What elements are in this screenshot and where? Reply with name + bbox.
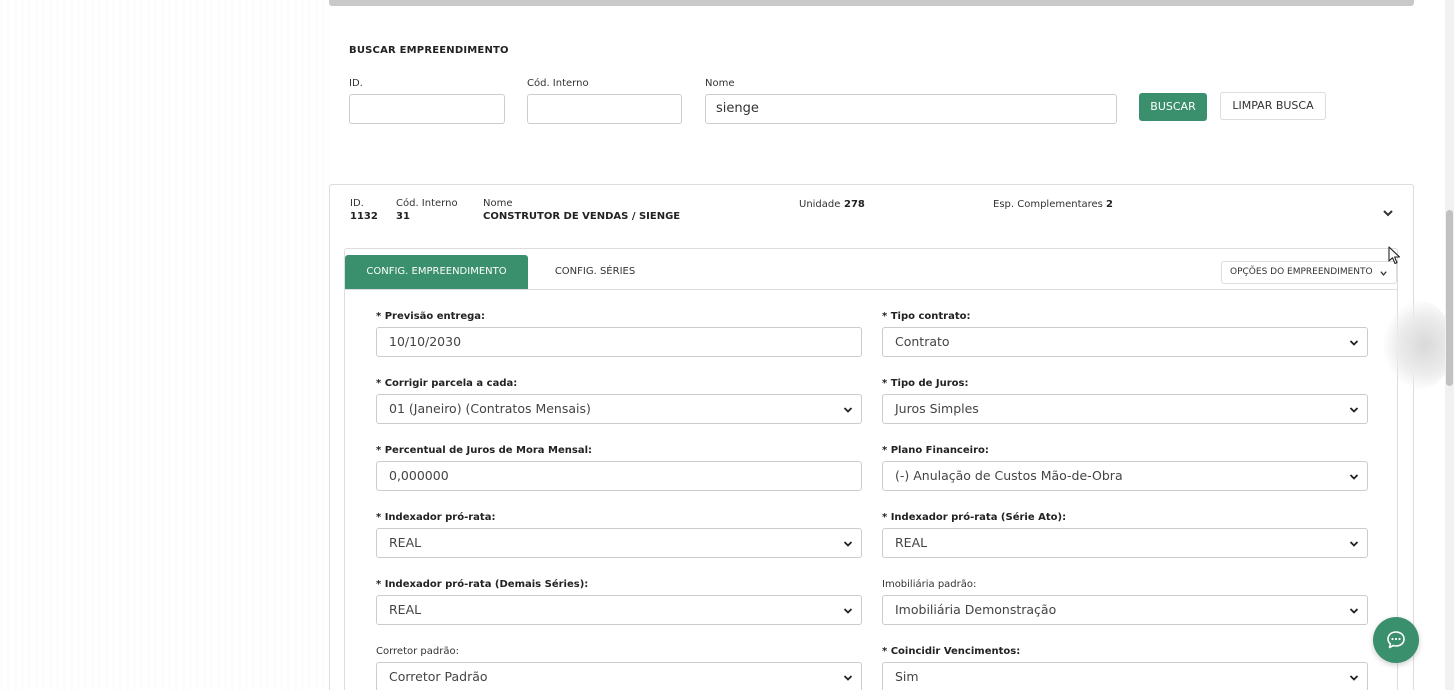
chat-icon [1387, 631, 1405, 649]
scrollbar-thumb[interactable] [1446, 210, 1453, 386]
plano-financeiro-select[interactable]: (-) Anulação de Custos Mão-de-Obra [882, 461, 1368, 491]
chevron-down-icon [843, 675, 853, 681]
id-label: ID. [349, 78, 363, 89]
tipo-juros-value: Juros Simples [895, 401, 979, 416]
indexador-demais-value: REAL [389, 602, 422, 617]
result-esp-value: 2 [1106, 199, 1113, 210]
side-decoration [1383, 300, 1453, 390]
indexador-pro-rata-select[interactable]: REAL [376, 528, 862, 558]
result-id-label: ID. [350, 198, 364, 209]
search-button[interactable]: BUSCAR [1139, 93, 1207, 121]
chevron-down-icon [1349, 541, 1359, 547]
tipo-contrato-select[interactable]: Contrato [882, 327, 1368, 357]
search-title: BUSCAR EMPREENDIMENTO [349, 45, 509, 56]
coincidir-vencimentos-value: Sim [895, 669, 919, 684]
expand-toggle-chevron-down-icon[interactable] [1380, 205, 1396, 221]
coincidir-vencimentos-select[interactable]: Sim [882, 662, 1368, 690]
plano-financeiro-value: (-) Anulação de Custos Mão-de-Obra [895, 468, 1123, 483]
corretor-label: Corretor padrão: [376, 646, 459, 657]
tab-config-empreendimento[interactable]: CONFIG. EMPREENDIMENTO [345, 255, 528, 289]
cod-interno-label: Cód. Interno [527, 78, 589, 89]
corretor-select[interactable]: Corretor Padrão [376, 662, 862, 690]
indexador-demais-select[interactable]: REAL [376, 595, 862, 625]
indexador-ato-select[interactable]: REAL [882, 528, 1368, 558]
options-dropdown[interactable]: OPÇÕES DO EMPREENDIMENTO [1221, 261, 1397, 284]
chevron-down-icon [843, 541, 853, 547]
result-unit-value: 278 [844, 199, 865, 210]
tipo-contrato-value: Contrato [895, 334, 950, 349]
options-dropdown-label: OPÇÕES DO EMPREENDIMENTO [1230, 267, 1373, 277]
indexador-pro-rata-label: * Indexador pró-rata: [376, 512, 496, 523]
chevron-down-icon [1349, 407, 1359, 413]
clear-search-button[interactable]: LIMPAR BUSCA [1220, 92, 1326, 120]
top-bar [329, 0, 1414, 6]
indexador-pro-rata-value: REAL [389, 535, 422, 550]
imobiliaria-select[interactable]: Imobiliária Demonstração [882, 595, 1368, 625]
result-id-value: 1132 [350, 211, 378, 222]
tipo-contrato-label: * Tipo contrato: [882, 311, 971, 322]
result-cod-value: 31 [396, 211, 410, 222]
indexador-ato-label: * Indexador pró-rata (Série Ato): [882, 512, 1067, 523]
name-input[interactable]: sienge [705, 94, 1117, 124]
cod-interno-input[interactable] [527, 94, 682, 124]
corretor-value: Corretor Padrão [389, 669, 488, 684]
indexador-ato-value: REAL [895, 535, 928, 550]
percentual-juros-label: * Percentual de Juros de Mora Mensal: [376, 445, 593, 456]
indexador-demais-label: * Indexador pró-rata (Demais Séries): [376, 579, 589, 590]
chevron-down-icon [843, 608, 853, 614]
chevron-down-icon [843, 407, 853, 413]
id-input[interactable] [349, 94, 505, 124]
result-esp-label: Esp. Complementares [993, 199, 1103, 210]
result-unit-label: Unidade [799, 199, 841, 210]
coincidir-vencimentos-label: * Coincidir Vencimentos: [882, 646, 1021, 657]
tab-config-series[interactable]: CONFIG. SÉRIES [540, 255, 650, 289]
mouse-cursor-icon [1388, 246, 1402, 270]
chevron-down-icon [1349, 675, 1359, 681]
result-name-value: CONSTRUTOR DE VENDAS / SIENGE [483, 211, 681, 222]
plano-financeiro-label: * Plano Financeiro: [882, 445, 989, 456]
previsao-entrega-label: * Previsão entrega: [376, 311, 486, 322]
chevron-down-icon [1380, 271, 1387, 276]
chevron-down-icon [1349, 340, 1359, 346]
corrigir-parcela-value: 01 (Janeiro) (Contratos Mensais) [389, 401, 591, 416]
imobiliaria-value: Imobiliária Demonstração [895, 602, 1057, 617]
tipo-juros-select[interactable]: Juros Simples [882, 394, 1368, 424]
background-texture [0, 0, 330, 690]
corrigir-parcela-select[interactable]: 01 (Janeiro) (Contratos Mensais) [376, 394, 862, 424]
tab-divider [345, 289, 1397, 290]
name-label: Nome [705, 78, 735, 89]
previsao-entrega-input[interactable]: 10/10/2030 [376, 327, 862, 357]
tipo-juros-label: * Tipo de Juros: [882, 378, 969, 389]
chat-button[interactable] [1373, 617, 1419, 663]
percentual-juros-input[interactable]: 0,000000 [376, 461, 862, 491]
result-name-label: Nome [483, 198, 513, 209]
chevron-down-icon [1349, 608, 1359, 614]
imobiliaria-label: Imobiliária padrão: [882, 579, 977, 590]
chevron-down-icon [1349, 474, 1359, 480]
corrigir-parcela-label: * Corrigir parcela a cada: [376, 378, 518, 389]
result-cod-label: Cód. Interno [396, 198, 458, 209]
